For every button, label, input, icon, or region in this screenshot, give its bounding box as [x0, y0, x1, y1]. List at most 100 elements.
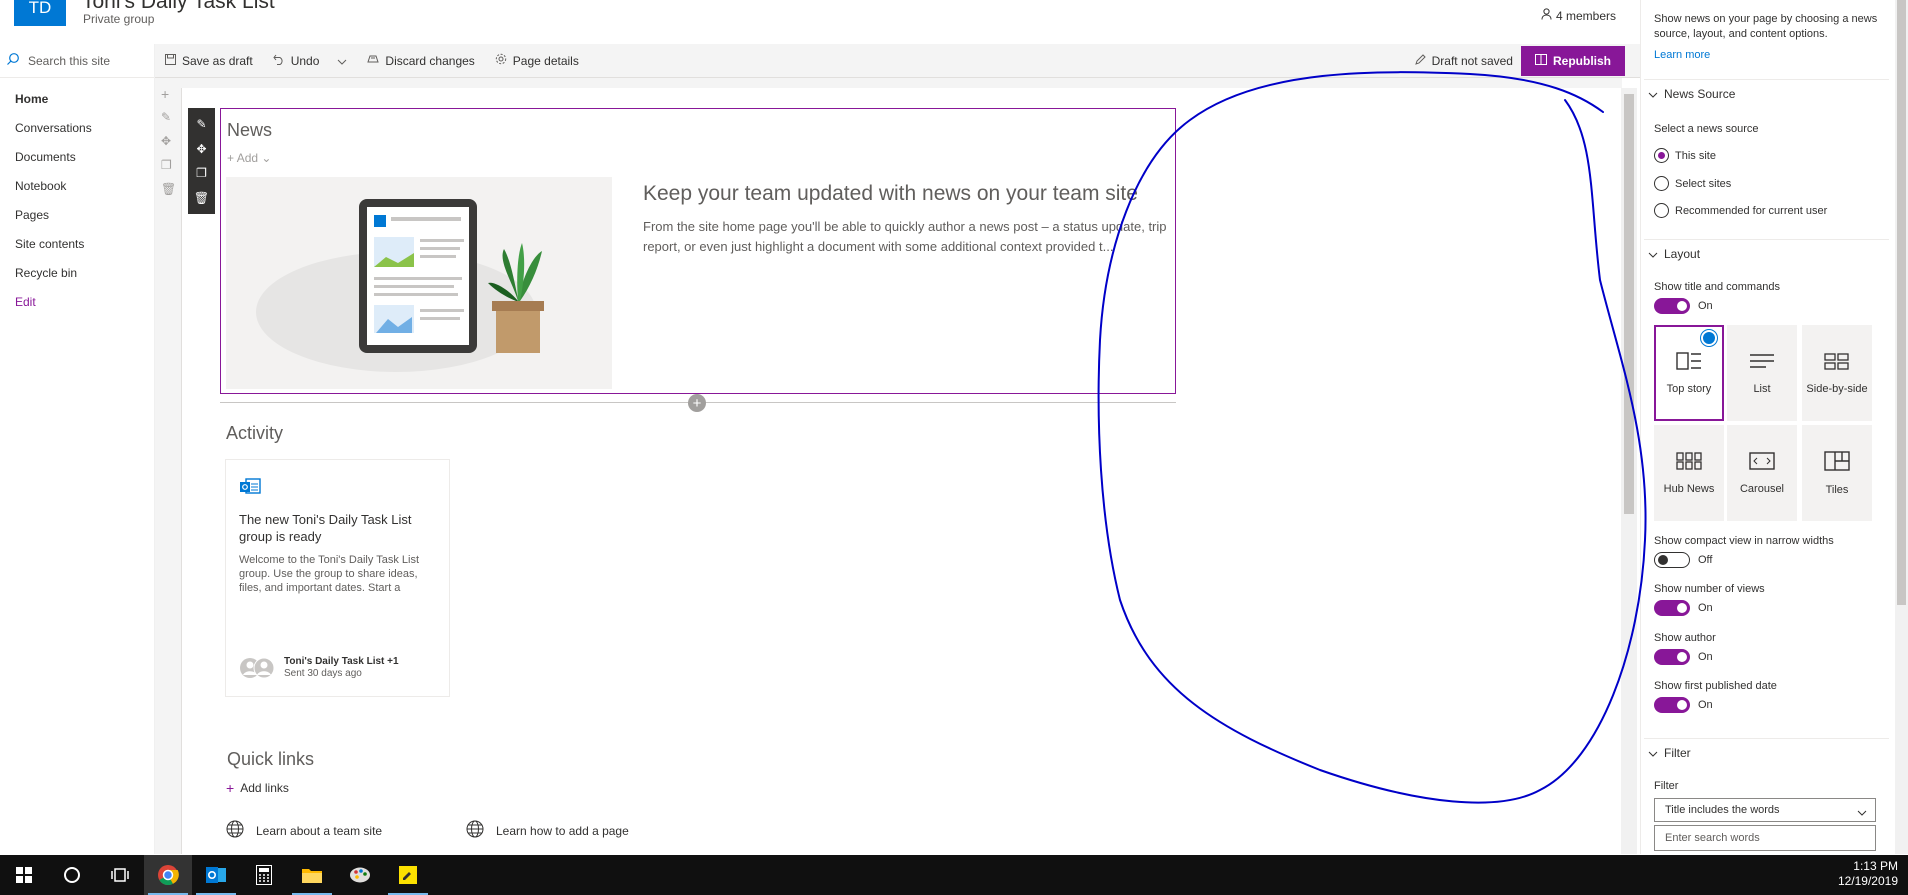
filter-section[interactable]: Filter — [1644, 738, 1889, 766]
file-explorer-icon[interactable] — [288, 855, 336, 895]
delete-section-icon[interactable]: 🗑 — [161, 182, 176, 196]
windows-taskbar: 1:13 PM 12/19/2019 — [0, 855, 1908, 895]
add-links-button[interactable]: + Add links — [226, 780, 289, 796]
toggle-switch[interactable] — [1654, 600, 1690, 616]
filter-dropdown[interactable]: Title includes the words — [1654, 798, 1876, 822]
views-toggle[interactable]: On — [1654, 600, 1713, 616]
save-draft-button[interactable]: Save as draft — [155, 44, 263, 77]
pane-scrollbar[interactable] — [1895, 0, 1908, 854]
toggle-switch[interactable] — [1654, 697, 1690, 713]
tiles-icon — [1824, 450, 1850, 474]
chevron-down-icon[interactable] — [337, 54, 347, 68]
system-clock[interactable]: 1:13 PM 12/19/2019 — [1838, 859, 1898, 889]
radio-button[interactable] — [1654, 148, 1669, 163]
layout-section[interactable]: Layout — [1644, 239, 1889, 267]
radio-recommended[interactable]: Recommended for current user — [1654, 203, 1827, 218]
site-search-box[interactable]: Search this site — [0, 44, 154, 78]
pane-intro: Show news on your page by choosing a new… — [1654, 13, 1878, 40]
hub-news-icon — [1676, 451, 1702, 473]
draft-status: Draft not saved — [1431, 54, 1513, 68]
news-title: News — [227, 120, 273, 140]
calculator-icon[interactable] — [240, 855, 288, 895]
add-section-icon[interactable]: + — [161, 86, 169, 102]
left-navigation: Search this site Home Conversations Docu… — [0, 44, 155, 854]
nav-item-site-contents[interactable]: Site contents — [0, 229, 154, 258]
toggle-switch[interactable] — [1654, 552, 1690, 568]
quick-link-team-site[interactable]: Learn about a team site — [226, 820, 382, 841]
radio-button[interactable] — [1654, 203, 1669, 218]
cortana-search-icon[interactable] — [48, 855, 96, 895]
republish-label: Republish — [1552, 54, 1611, 68]
activity-card[interactable]: The new Toni's Daily Task List group is … — [225, 459, 450, 697]
layout-hub-news[interactable]: Hub News — [1654, 425, 1724, 521]
discard-changes-button[interactable]: Discard changes — [357, 44, 484, 77]
avatar-group — [239, 657, 275, 679]
site-header: TD Toni's Daily Task List Private group … — [0, 0, 1640, 44]
nav-item-documents[interactable]: Documents — [0, 142, 154, 171]
republish-button[interactable]: Republish — [1520, 46, 1625, 76]
paint-icon[interactable] — [336, 855, 384, 895]
site-logo[interactable]: TD — [14, 0, 66, 26]
nav-item-recycle-bin[interactable]: Recycle bin — [0, 258, 154, 287]
move-webpart-icon[interactable]: ✥ — [196, 142, 206, 156]
globe-icon — [226, 820, 244, 841]
activity-card-author: Toni's Daily Task List +1 — [284, 656, 399, 667]
radio-this-site[interactable]: This site — [1654, 148, 1716, 163]
author-label: Show author — [1654, 632, 1716, 644]
task-view-icon[interactable] — [96, 855, 144, 895]
layout-side-by-side[interactable]: Side-by-side — [1802, 325, 1872, 421]
search-words-input[interactable]: Enter search words — [1654, 825, 1876, 851]
layout-tiles[interactable]: Tiles — [1802, 425, 1872, 521]
news-add-button[interactable]: + Add ⌄ — [227, 151, 271, 165]
news-webpart[interactable]: News + Add ⌄ Keep your team updated with… — [220, 108, 1176, 394]
news-source-section[interactable]: News Source — [1644, 79, 1889, 107]
news-source-header: News Source — [1664, 86, 1736, 101]
chrome-icon[interactable] — [144, 855, 192, 895]
duplicate-webpart-icon[interactable]: ❐ — [196, 166, 207, 180]
news-add-label: Add — [236, 151, 259, 165]
pencil-icon — [1414, 54, 1426, 68]
gear-icon — [495, 53, 507, 68]
canvas-scrollbar[interactable] — [1621, 88, 1637, 854]
toggle-switch[interactable] — [1654, 298, 1690, 314]
move-section-icon[interactable]: ✥ — [161, 134, 171, 148]
tile-label: List — [1753, 382, 1771, 395]
duplicate-section-icon[interactable]: ❐ — [161, 158, 172, 172]
edit-webpart-icon[interactable]: ✎ — [196, 117, 206, 131]
compact-view-toggle[interactable]: Off — [1654, 552, 1712, 568]
delete-webpart-icon[interactable]: 🗑 — [194, 191, 209, 205]
news-headline: Keep your team updated with news on your… — [643, 182, 1138, 205]
activity-card-time: Sent 30 days ago — [284, 668, 362, 679]
pane-scroll-thumb[interactable] — [1897, 0, 1906, 605]
published-date-toggle[interactable]: On — [1654, 697, 1713, 713]
toggle-switch[interactable] — [1654, 649, 1690, 665]
radio-button[interactable] — [1654, 176, 1669, 191]
nav-item-conversations[interactable]: Conversations — [0, 113, 154, 142]
chevron-down-icon — [1857, 807, 1867, 819]
show-title-toggle[interactable]: On — [1654, 298, 1713, 314]
learn-more-link[interactable]: Learn more — [1654, 49, 1710, 61]
layout-carousel[interactable]: Carousel — [1727, 425, 1797, 521]
quick-link-add-page[interactable]: Learn how to add a page — [466, 820, 629, 841]
undo-button[interactable]: Undo — [263, 44, 358, 77]
add-webpart-button[interactable]: + — [688, 394, 706, 412]
layout-list[interactable]: List — [1727, 325, 1797, 421]
radio-select-sites[interactable]: Select sites — [1654, 176, 1731, 191]
outlook-icon[interactable] — [192, 855, 240, 895]
windows-start-icon[interactable] — [0, 855, 48, 895]
nav-edit-link[interactable]: Edit — [0, 287, 154, 316]
nav-item-home[interactable]: Home — [0, 84, 154, 113]
edit-section-icon[interactable]: ✎ — [161, 110, 171, 124]
chevron-down-icon — [1648, 247, 1658, 261]
published-date-label: Show first published date — [1654, 680, 1777, 692]
sticky-notes-icon[interactable] — [384, 855, 432, 895]
nav-item-notebook[interactable]: Notebook — [0, 171, 154, 200]
members-button[interactable]: 4 members — [1541, 8, 1616, 23]
author-toggle[interactable]: On — [1654, 649, 1713, 665]
clock-time: 1:13 PM — [1853, 859, 1898, 873]
page-details-button[interactable]: Page details — [485, 44, 589, 77]
nav-item-pages[interactable]: Pages — [0, 200, 154, 229]
toggle-state: On — [1698, 699, 1713, 711]
scroll-thumb[interactable] — [1624, 94, 1634, 514]
layout-top-story[interactable]: Top story — [1654, 325, 1724, 421]
